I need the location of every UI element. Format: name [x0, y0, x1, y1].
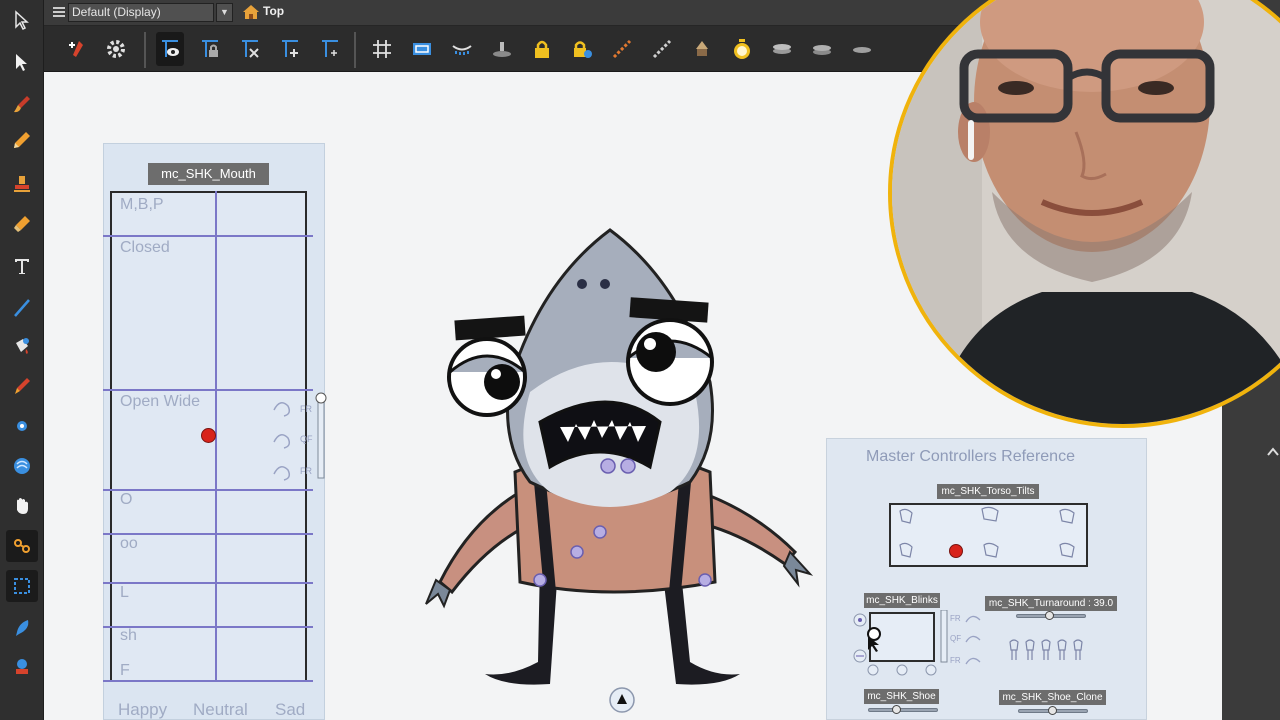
- shoe-clone-title: mc_SHK_Shoe_Clone: [999, 690, 1106, 705]
- presenter-video: [892, 0, 1280, 424]
- mouth-column-label: Neutral: [193, 700, 248, 719]
- mouth-row-label: Closed: [120, 239, 170, 256]
- grid-line: [103, 680, 313, 682]
- hand-icon[interactable]: [6, 490, 38, 522]
- blink-side-label: FR: [950, 656, 961, 665]
- eraser-icon[interactable]: [6, 208, 38, 240]
- mouth-controller-title: mc_SHK_Mouth: [148, 163, 269, 185]
- shoe-slider-knob[interactable]: [892, 705, 901, 714]
- grid-line: [103, 582, 313, 584]
- select-arrow-icon[interactable]: [6, 4, 38, 36]
- blink-side-label: FR: [950, 614, 961, 623]
- turnaround-title: mc_SHK_Turnaround : 39.0: [985, 596, 1117, 611]
- contour-arrow-icon[interactable]: [6, 46, 38, 78]
- mouth-column-label: Happy: [118, 700, 168, 719]
- mouth-row-label: L: [120, 584, 129, 601]
- mouth-row-label: F: [120, 662, 130, 679]
- stack-3-icon[interactable]: [848, 35, 876, 63]
- slider-label: QF: [300, 434, 313, 444]
- feather-icon[interactable]: [6, 612, 38, 644]
- add-point-icon[interactable]: [316, 35, 344, 63]
- mouth-column-label: Sad: [275, 700, 306, 719]
- shark-character[interactable]: [410, 222, 830, 720]
- menu-icon[interactable]: [52, 5, 66, 19]
- webcam-overlay: [888, 0, 1280, 428]
- rigging-tool-icon[interactable]: [6, 530, 38, 562]
- pencil-icon[interactable]: [6, 124, 38, 156]
- pivot-stamp-icon[interactable]: [6, 650, 38, 682]
- paint-bucket-icon[interactable]: [6, 330, 38, 362]
- grid-icon[interactable]: [368, 35, 396, 63]
- lock-icon[interactable]: [528, 35, 556, 63]
- safe-area-icon[interactable]: [408, 35, 436, 63]
- peg-icon[interactable]: [688, 35, 716, 63]
- turnaround-poses: [1009, 639, 1083, 660]
- add-control-icon[interactable]: [276, 35, 304, 63]
- slider-label: FR: [300, 404, 312, 414]
- blinks-controls: [853, 610, 948, 676]
- transform-pivot-icon[interactable]: [6, 410, 38, 442]
- stack-1-icon[interactable]: [768, 35, 796, 63]
- chevron-down-icon[interactable]: ▼: [216, 3, 233, 22]
- torso-tilt-poses: [899, 506, 1075, 558]
- gear-icon[interactable]: [102, 35, 130, 63]
- mouth-row-label: oo: [120, 535, 138, 552]
- stopwatch-icon[interactable]: [728, 35, 756, 63]
- add-drawing-icon[interactable]: [62, 35, 90, 63]
- stamp-icon[interactable]: [6, 168, 38, 200]
- shoe-title: mc_SHK_Shoe: [864, 689, 939, 704]
- harmony-app: Default (Display) ▼ Top mc_SHK_Mouth M,B…: [0, 0, 1280, 720]
- smooth-tool-icon[interactable]: [6, 450, 38, 482]
- line-tool-icon[interactable]: [6, 292, 38, 324]
- mouth-row-label: O: [120, 491, 133, 508]
- blink-side-poses: [965, 615, 981, 665]
- display-select[interactable]: Default (Display): [68, 3, 214, 22]
- mouth-control-point[interactable]: [201, 428, 216, 443]
- dropper-icon[interactable]: [6, 370, 38, 402]
- lock-add-icon[interactable]: [568, 35, 596, 63]
- mouth-row-label: M,B,P: [120, 196, 164, 213]
- torso-control-point[interactable]: [949, 544, 963, 558]
- text-tool-icon[interactable]: [6, 250, 38, 282]
- shoe-slider[interactable]: [868, 708, 938, 712]
- select-box-icon[interactable]: [6, 570, 38, 602]
- home-icon[interactable]: [242, 3, 260, 21]
- grid-line: [103, 235, 313, 237]
- show-control-icon[interactable]: [156, 32, 184, 66]
- tools-toolbar: [0, 0, 44, 720]
- chevron-up-icon[interactable]: [1266, 444, 1280, 460]
- breadcrumb-top[interactable]: Top: [263, 4, 284, 18]
- delete-control-icon[interactable]: [236, 35, 264, 63]
- blinks-title: mc_SHK_Blinks: [864, 593, 940, 608]
- lock-control-icon[interactable]: [196, 35, 224, 63]
- light-table-icon[interactable]: [488, 35, 516, 63]
- bone-chain-icon[interactable]: [608, 35, 636, 63]
- master-controllers-title: Master Controllers Reference: [866, 448, 1075, 465]
- onion-skin-icon[interactable]: [448, 35, 476, 63]
- stack-2-icon[interactable]: [808, 35, 836, 63]
- mouth-row-label: sh: [120, 627, 137, 644]
- grid-line: [103, 489, 313, 491]
- torso-tilts-title: mc_SHK_Torso_Tilts: [937, 484, 1039, 499]
- mouth-row-label: Open Wide: [120, 393, 201, 410]
- deformer-chain-icon[interactable]: [648, 35, 676, 63]
- grid-line: [103, 389, 313, 391]
- brush-icon[interactable]: [6, 88, 38, 120]
- slider-label: FR: [300, 466, 312, 476]
- shoe-clone-slider-knob[interactable]: [1048, 706, 1057, 715]
- blink-side-label: QF: [950, 634, 962, 643]
- turnaround-slider-knob[interactable]: [1045, 611, 1054, 620]
